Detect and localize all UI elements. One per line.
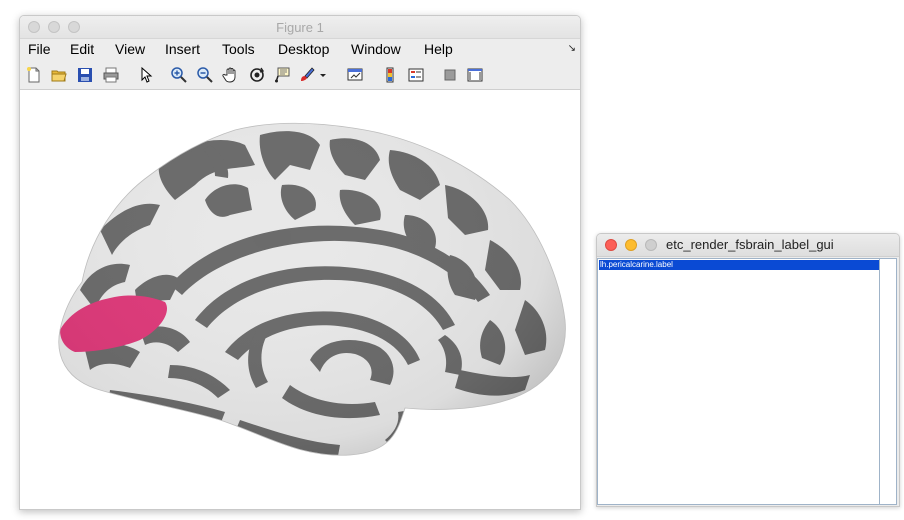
save-icon[interactable] (76, 66, 94, 84)
window-title: Figure 1 (276, 20, 324, 35)
close-window-button[interactable] (605, 239, 617, 251)
menu-file[interactable]: File (28, 41, 51, 57)
edit-plot-arrow-icon[interactable] (137, 66, 155, 84)
print-icon[interactable] (102, 66, 120, 84)
pan-hand-icon[interactable] (222, 66, 240, 84)
show-plot-tools-icon[interactable] (466, 66, 484, 84)
brush-dropdown-icon[interactable] (318, 66, 328, 84)
open-file-icon[interactable] (50, 66, 68, 84)
minimize-window-button[interactable] (625, 239, 637, 251)
zoom-window-button[interactable] (645, 239, 657, 251)
menu-tools[interactable]: Tools (222, 41, 255, 57)
menu-bar: File Edit View Insert Tools Desktop Wind… (20, 39, 580, 61)
label-gui-window: etc_render_fsbrain_label_gui lh.pericalc… (596, 233, 900, 507)
label-gui-titlebar[interactable]: etc_render_fsbrain_label_gui (597, 234, 899, 257)
link-plot-icon[interactable] (346, 66, 364, 84)
brain-surface-render[interactable] (20, 90, 580, 509)
menu-insert[interactable]: Insert (165, 41, 200, 57)
listbox-scrollbar[interactable] (880, 258, 897, 505)
data-cursor-icon[interactable] (274, 66, 292, 84)
window-title: etc_render_fsbrain_label_gui (666, 237, 834, 252)
dock-arrow-icon[interactable]: ↘ (568, 43, 576, 54)
label-listbox[interactable]: lh.pericalcarine.label (597, 258, 880, 505)
menu-help[interactable]: Help (424, 41, 453, 57)
menu-desktop[interactable]: Desktop (278, 41, 329, 57)
figure-toolbar (20, 61, 580, 90)
figure-window: Figure 1 File Edit View Insert Tools Des… (19, 15, 581, 510)
list-item[interactable]: lh.pericalcarine.label (599, 260, 879, 270)
menu-edit[interactable]: Edit (70, 41, 94, 57)
new-figure-icon[interactable] (25, 66, 43, 84)
menu-window[interactable]: Window (351, 41, 401, 57)
insert-colorbar-icon[interactable] (381, 66, 399, 84)
insert-legend-icon[interactable] (407, 66, 425, 84)
figure-titlebar[interactable]: Figure 1 (20, 16, 580, 39)
zoom-in-icon[interactable] (170, 66, 188, 84)
rotate-3d-icon[interactable] (248, 66, 266, 84)
zoom-out-icon[interactable] (196, 66, 214, 84)
brush-icon[interactable] (298, 66, 316, 84)
menu-view[interactable]: View (115, 41, 145, 57)
figure-axes[interactable] (20, 90, 580, 509)
hide-plot-tools-icon[interactable] (441, 66, 459, 84)
